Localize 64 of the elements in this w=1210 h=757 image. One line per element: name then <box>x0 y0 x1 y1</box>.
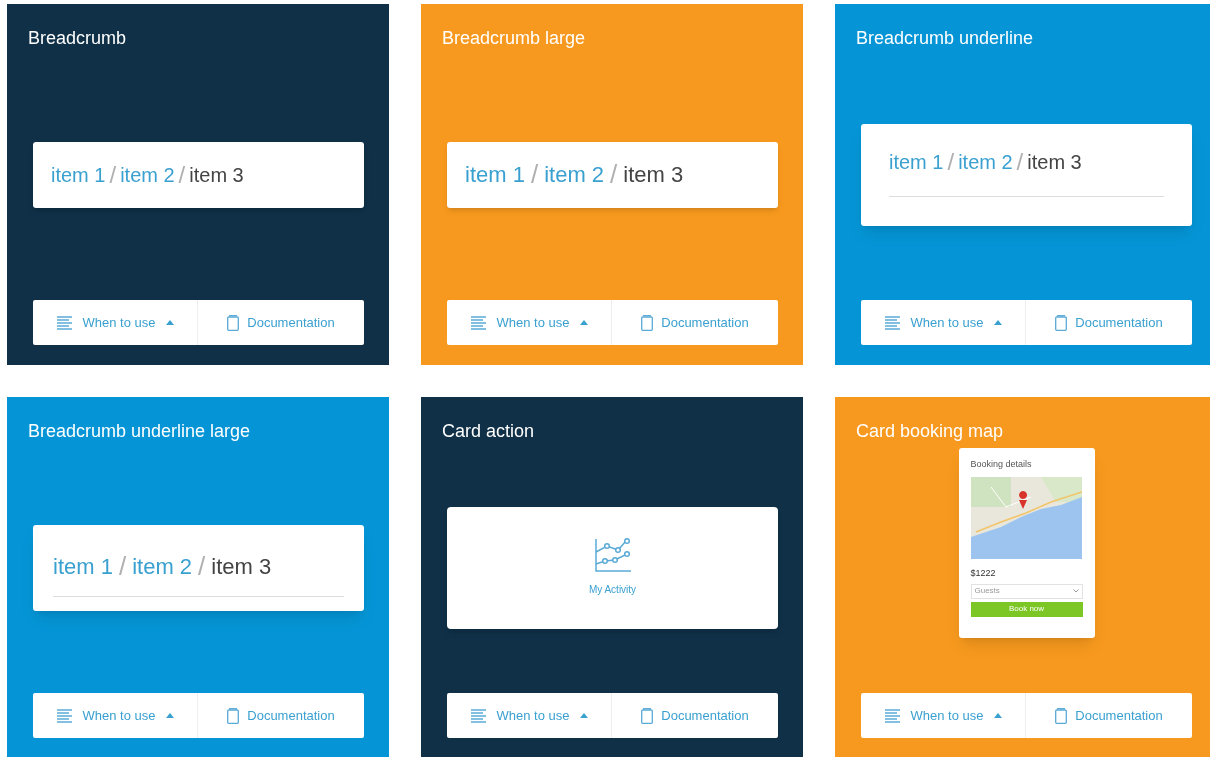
caret-up-icon <box>165 713 174 718</box>
tile-title: Card booking map <box>856 420 1005 443</box>
text-lines-icon <box>884 315 901 330</box>
caret-up-icon <box>579 320 588 325</box>
breadcrumb-current: item 3 <box>1027 149 1082 175</box>
text-lines-icon <box>470 315 487 330</box>
breadcrumb-current: item 3 <box>211 552 272 581</box>
document-icon <box>641 707 654 724</box>
document-icon <box>641 314 654 331</box>
breadcrumb-separator: / <box>947 146 955 177</box>
tile-title: Card action <box>442 420 536 443</box>
breadcrumb-separator: / <box>1016 146 1024 177</box>
breadcrumb-link[interactable]: item 2 <box>544 158 605 192</box>
caret-up-icon <box>579 713 588 718</box>
breadcrumb-link[interactable]: item 2 <box>958 146 1013 177</box>
tile-title: Breadcrumb large <box>442 27 587 50</box>
text-lines-icon <box>56 708 73 723</box>
breadcrumb-separator: / <box>610 158 618 192</box>
when-to-use-button[interactable]: When to use <box>33 300 198 345</box>
breadcrumb-link[interactable]: item 1 <box>53 549 113 583</box>
breadcrumb-link[interactable]: item 1 <box>889 146 944 177</box>
action-card[interactable]: My Activity <box>447 506 778 629</box>
when-to-use-button[interactable]: When to use <box>861 693 1026 738</box>
text-lines-icon <box>884 708 901 723</box>
documentation-button[interactable]: Documentation <box>612 300 778 345</box>
breadcrumb-separator: / <box>178 159 186 190</box>
when-to-use-button[interactable]: When to use <box>447 693 612 738</box>
guests-select[interactable]: Guests <box>970 583 1083 599</box>
tile-title: Breadcrumb <box>28 27 128 50</box>
breadcrumb-separator: / <box>118 549 127 583</box>
when-to-use-button[interactable]: When to use <box>33 693 198 738</box>
breadcrumb-current: item 3 <box>189 162 244 188</box>
documentation-button[interactable]: Documentation <box>198 693 364 738</box>
action-label: My Activity <box>588 583 637 598</box>
breadcrumb-link[interactable]: item 2 <box>132 549 193 583</box>
text-lines-icon <box>56 315 73 330</box>
tile-title: Breadcrumb underline <box>856 27 1035 50</box>
breadcrumb-separator: / <box>530 158 539 192</box>
line-chart-icon <box>593 538 632 575</box>
caret-up-icon <box>165 320 174 325</box>
documentation-button[interactable]: Documentation <box>1026 693 1192 738</box>
book-button[interactable]: Book now <box>970 601 1083 617</box>
document-icon <box>227 707 240 724</box>
documentation-button[interactable]: Documentation <box>612 693 778 738</box>
breadcrumb-separator: / <box>109 159 117 190</box>
document-icon <box>1055 314 1068 331</box>
caret-up-icon <box>993 320 1002 325</box>
booking-title: Booking details <box>970 459 1033 469</box>
breadcrumb-link[interactable]: item 1 <box>51 159 106 190</box>
document-icon <box>227 314 240 331</box>
caret-up-icon <box>993 713 1002 718</box>
text-lines-icon <box>470 708 487 723</box>
when-to-use-button[interactable]: When to use <box>861 300 1026 345</box>
documentation-button[interactable]: Documentation <box>198 300 364 345</box>
chevron-down-icon <box>1072 589 1079 594</box>
when-to-use-button[interactable]: When to use <box>447 300 612 345</box>
documentation-button[interactable]: Documentation <box>1026 300 1192 345</box>
breadcrumb-link[interactable]: item 1 <box>465 158 525 192</box>
price: $1222 <box>970 568 997 578</box>
tile-title: Breadcrumb underline large <box>28 420 252 443</box>
document-icon <box>1055 707 1068 724</box>
breadcrumb-separator: / <box>198 549 206 583</box>
breadcrumb-current: item 3 <box>623 161 684 190</box>
breadcrumb-link[interactable]: item 2 <box>120 159 175 190</box>
